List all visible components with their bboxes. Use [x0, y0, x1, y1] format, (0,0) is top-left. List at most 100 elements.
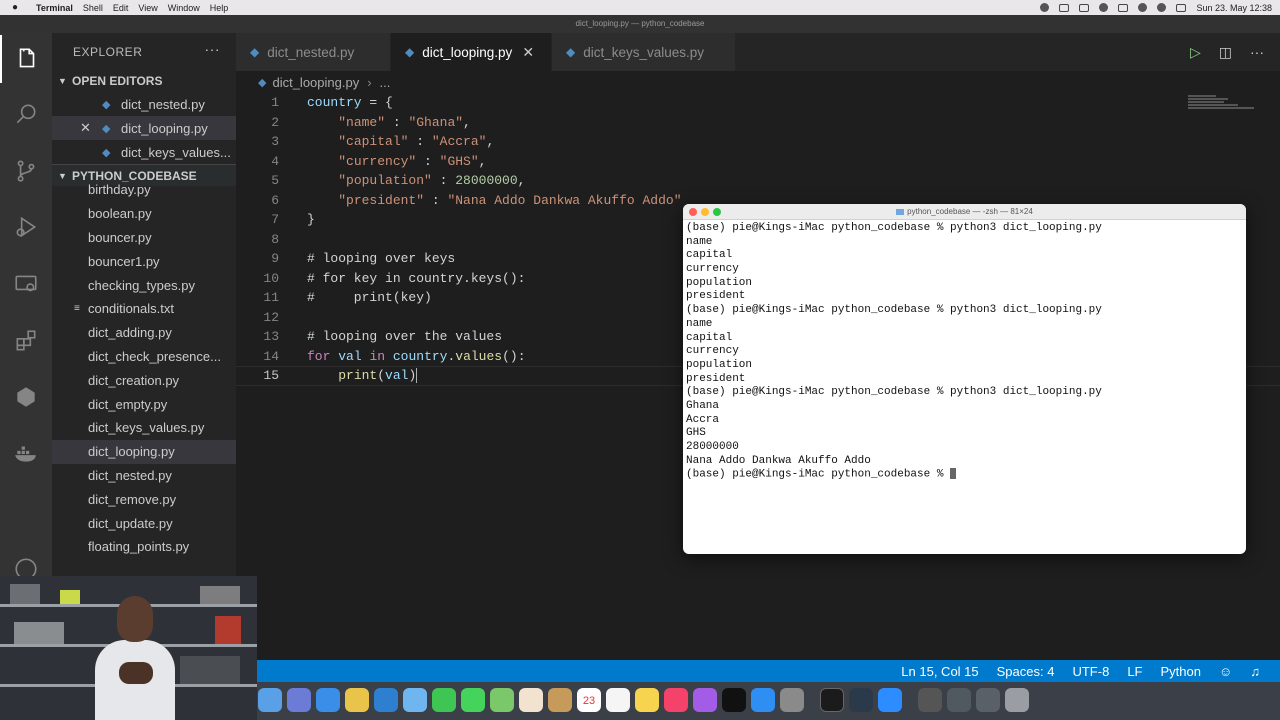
remote-explorer-icon[interactable] — [0, 260, 52, 308]
file-item[interactable]: bouncer1.py — [52, 249, 236, 273]
zoom-window-button[interactable] — [713, 208, 721, 216]
terminal-icon[interactable] — [820, 688, 844, 712]
search-icon[interactable] — [0, 90, 52, 138]
system-preferences-icon[interactable] — [780, 688, 804, 712]
encoding[interactable]: UTF-8 — [1072, 664, 1109, 679]
indentation[interactable]: Spaces: 4 — [997, 664, 1055, 679]
file-item[interactable]: boolean.py — [52, 202, 236, 226]
source-control-icon[interactable] — [0, 147, 52, 195]
open-editor-item[interactable]: ◆ dict_keys_values... — [52, 140, 236, 164]
safari-icon[interactable] — [316, 688, 340, 712]
file-item-txt[interactable]: ≡ conditionals.txt — [52, 297, 236, 321]
sync-icon[interactable] — [1099, 3, 1109, 12]
screen-icon[interactable] — [1059, 3, 1070, 12]
menu-shell[interactable]: Shell — [83, 3, 103, 13]
downloads-stack-icon[interactable] — [918, 688, 942, 712]
explorer-more-actions-icon[interactable]: ··· — [205, 41, 221, 57]
tab-dict-keys-values[interactable]: ◆ dict_keys_values.py — [552, 33, 736, 71]
zoom-icon[interactable] — [878, 688, 902, 712]
breadcrumb-file[interactable]: dict_looping.py — [272, 75, 359, 90]
apple-menu-icon[interactable]: ● — [12, 2, 26, 13]
file-item[interactable]: dict_creation.py — [52, 368, 236, 392]
menu-window[interactable]: Window — [168, 3, 200, 13]
app-store-icon[interactable] — [751, 688, 775, 712]
record-status-icon[interactable] — [1040, 3, 1050, 12]
control-center-icon[interactable] — [1176, 3, 1187, 12]
calendar-icon[interactable]: 23 — [577, 688, 601, 712]
photos-icon[interactable] — [519, 688, 543, 712]
terminal-prompt-line[interactable]: (base) pie@Kings-iMac python_codebase % — [686, 468, 1243, 482]
terminal-window[interactable]: python_codebase — -zsh — 81×24 (base) pi… — [683, 204, 1246, 554]
docker-icon[interactable] — [0, 429, 52, 477]
menu-app-name[interactable]: Terminal — [36, 3, 73, 13]
open-editor-item[interactable]: ◆ dict_nested.py — [52, 92, 236, 116]
file-item[interactable]: floating_points.py — [52, 535, 236, 559]
file-item[interactable]: dict_nested.py — [52, 464, 236, 488]
python-file-icon: ◆ — [250, 45, 260, 59]
testing-icon[interactable] — [0, 373, 52, 421]
notes-icon[interactable] — [635, 688, 659, 712]
menu-help[interactable]: Help — [210, 3, 229, 13]
chrome-icon[interactable] — [345, 688, 369, 712]
split-editor-icon[interactable]: ◫ — [1219, 44, 1232, 61]
vscode-icon[interactable] — [374, 688, 398, 712]
mail-icon[interactable] — [403, 688, 427, 712]
menu-view[interactable]: View — [138, 3, 157, 13]
open-editors-section[interactable]: ▼ OPEN EDITORS — [52, 70, 236, 92]
file-item[interactable]: bouncer.py — [52, 226, 236, 250]
music-icon[interactable] — [664, 688, 688, 712]
cursor-position[interactable]: Ln 15, Col 15 — [901, 664, 978, 679]
apple-tv-icon[interactable] — [722, 688, 746, 712]
file-item[interactable]: checking_types.py — [52, 273, 236, 297]
podcasts-icon[interactable] — [693, 688, 717, 712]
terminal-line: GHS — [686, 427, 706, 440]
contacts-icon[interactable] — [548, 688, 572, 712]
bluetooth-icon[interactable] — [1118, 3, 1129, 12]
file-item[interactable]: dict_update.py — [52, 511, 236, 535]
tab-dict-nested[interactable]: ◆ dict_nested.py — [236, 33, 391, 71]
explorer-icon[interactable] — [0, 35, 52, 83]
breadcrumb-rest[interactable]: ... — [380, 75, 391, 90]
keyboard-icon[interactable] — [1079, 3, 1090, 12]
line-number: 5 — [271, 173, 279, 189]
close-icon[interactable]: ✕ — [80, 120, 91, 136]
messages-icon[interactable] — [461, 688, 485, 712]
terminal-line: 28000000 — [686, 441, 739, 453]
tab-dict-looping[interactable]: ◆ dict_looping.py ✕ — [391, 33, 552, 71]
clock[interactable]: Sun 23. May 12:38 — [1196, 3, 1272, 13]
language-mode[interactable]: Python — [1160, 664, 1200, 679]
minimize-window-button[interactable] — [701, 208, 709, 216]
minimap[interactable] — [1188, 95, 1258, 115]
facetime-icon[interactable] — [432, 688, 456, 712]
run-debug-icon[interactable] — [0, 203, 52, 251]
code-text: "capital" : "Accra", — [338, 134, 495, 150]
launchpad-icon[interactable] — [287, 688, 311, 712]
spotlight-search-icon[interactable] — [1157, 3, 1167, 12]
reminders-icon[interactable] — [606, 688, 630, 712]
more-actions-icon[interactable]: ··· — [1250, 44, 1264, 60]
notifications-bell-icon[interactable]: ♫ — [1250, 664, 1260, 679]
documents-stack-icon[interactable] — [947, 688, 971, 712]
file-item[interactable]: dict_adding.py — [52, 321, 236, 345]
file-item[interactable]: dict_keys_values.py — [52, 416, 236, 440]
file-item[interactable]: dict_remove.py — [52, 487, 236, 511]
run-file-icon[interactable]: ▷ — [1190, 44, 1201, 61]
screenshots-stack-icon[interactable] — [976, 688, 1000, 712]
menu-edit[interactable]: Edit — [113, 3, 129, 13]
feedback-icon[interactable]: ☺ — [1219, 664, 1232, 679]
maps-icon[interactable] — [490, 688, 514, 712]
end-of-line[interactable]: LF — [1127, 664, 1142, 679]
file-item-active[interactable]: dict_looping.py — [52, 439, 236, 464]
file-item[interactable]: dict_empty.py — [52, 392, 236, 416]
terminal-titlebar[interactable]: python_codebase — -zsh — 81×24 — [683, 204, 1246, 220]
file-item[interactable]: dict_check_presence... — [52, 345, 236, 369]
trash-icon[interactable] — [1005, 688, 1029, 712]
wifi-icon[interactable] — [1138, 3, 1148, 12]
open-editor-item-active[interactable]: ✕ ◆ dict_looping.py — [52, 116, 236, 140]
finder-icon[interactable] — [258, 688, 282, 712]
close-window-button[interactable] — [689, 208, 697, 216]
close-icon[interactable]: ✕ — [522, 44, 534, 61]
extensions-icon[interactable] — [0, 317, 52, 365]
terminal-output[interactable]: (base) pie@Kings-iMac python_codebase % … — [683, 220, 1246, 484]
github-desktop-icon[interactable] — [849, 688, 873, 712]
